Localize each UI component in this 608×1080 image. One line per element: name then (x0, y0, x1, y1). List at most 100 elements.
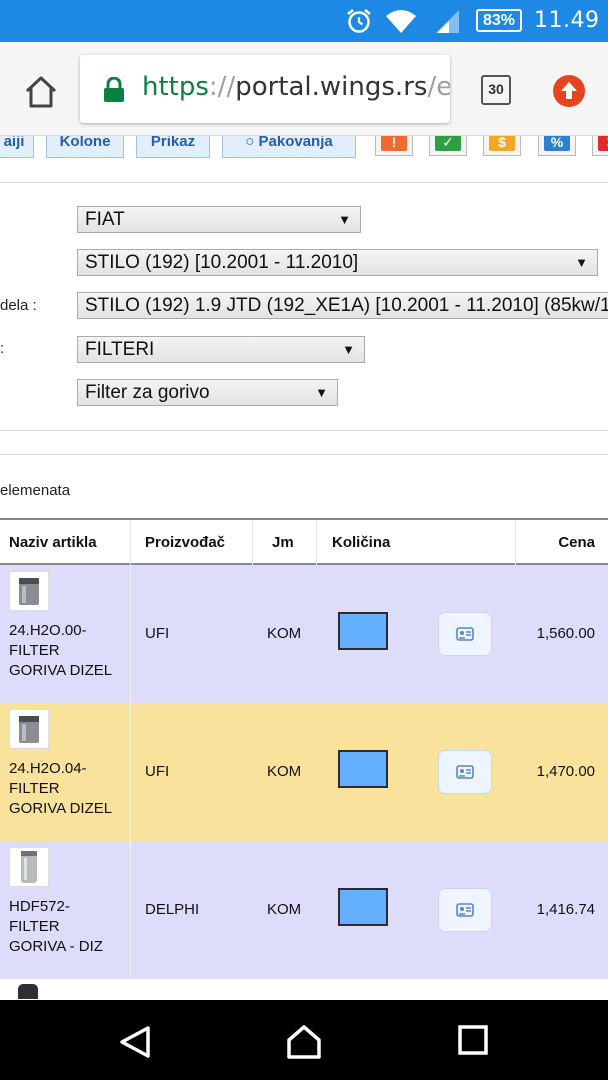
details-icon (456, 765, 474, 779)
model-detail-select-value: STILO (192) 1.9 JTD (192_XE1A) [10.2001 … (85, 295, 608, 316)
brand-select[interactable]: FIAT ▼ (77, 206, 361, 233)
price-button[interactable]: $ (483, 136, 521, 156)
product-image[interactable] (9, 571, 49, 611)
close-icon: ✕ (598, 136, 608, 151)
fuel-filter-icon (19, 578, 39, 605)
fuel-filter-icon (19, 716, 39, 743)
unit-cell: KOM (267, 763, 302, 780)
wifi-icon (386, 10, 416, 33)
back-icon[interactable] (118, 1024, 152, 1060)
dollar-icon: $ (489, 136, 515, 151)
subgroup-select[interactable]: Filter za gorivo ▼ (77, 379, 338, 406)
quantity-input[interactable] (338, 612, 388, 650)
dropdown-arrow-icon: ▼ (575, 255, 588, 270)
model-select[interactable]: STILO (192) [10.2001 - 11.2010] ▼ (77, 249, 598, 276)
manufacturer-cell: DELPHI (145, 901, 200, 918)
unit-cell: KOM (267, 901, 302, 918)
clock: 11.49 (534, 8, 600, 33)
details-icon (456, 903, 474, 917)
details-icon (456, 627, 474, 641)
divider (0, 454, 608, 455)
home-icon[interactable] (22, 73, 60, 111)
details-button[interactable] (438, 888, 492, 932)
table-row[interactable]: 24.H2O.00- FILTER GORIVA DIZEL UFI KOM 1… (0, 565, 608, 703)
product-image[interactable] (9, 982, 49, 999)
article-name[interactable]: 24.H2O.04- FILTER GORIVA DIZEL (9, 759, 119, 819)
dropdown-arrow-icon: ▼ (338, 212, 351, 227)
quantity-input[interactable] (338, 888, 388, 926)
close-button[interactable]: ✕ (592, 136, 608, 156)
home-nav-icon[interactable] (286, 1024, 322, 1060)
table-row[interactable] (0, 979, 608, 999)
check-icon: ✓ (435, 136, 461, 151)
details-button[interactable] (438, 612, 492, 656)
url-bar[interactable]: https://portal.wings.rs/e (80, 55, 450, 123)
item-count-text: elemenata (0, 482, 71, 499)
product-image[interactable] (9, 847, 49, 887)
recents-icon[interactable] (457, 1024, 489, 1056)
article-name[interactable]: HDF572- FILTER GORIVA - DIZ (9, 897, 119, 957)
url-scheme: https (142, 72, 209, 102)
battery-icon: 83% (476, 9, 522, 32)
alarm-icon (347, 9, 371, 33)
subgroup-select-value: Filter za gorivo (85, 382, 210, 403)
column-header-manufacturer[interactable]: Proizvođač (145, 534, 225, 551)
toolbar-button-aiji[interactable]: aiji (0, 136, 34, 158)
android-nav-bar (0, 1000, 608, 1080)
tab-switcher-button[interactable]: 30 (481, 75, 511, 105)
group-select-value: FILTERI (85, 339, 155, 360)
url-separator: :// (208, 72, 236, 102)
update-button[interactable] (553, 75, 585, 107)
brand-select-value: FIAT (85, 209, 125, 230)
arrow-up-icon (561, 82, 577, 99)
article-name[interactable]: 24.H2O.00- FILTER GORIVA DIZEL (9, 621, 119, 681)
model-select-value: STILO (192) [10.2001 - 11.2010] (85, 252, 359, 273)
dropdown-arrow-icon: ▼ (315, 385, 328, 400)
divider (252, 520, 253, 565)
divider (515, 520, 516, 565)
manufacturer-cell: UFI (145, 625, 170, 642)
product-image[interactable] (9, 709, 49, 749)
lock-icon (104, 77, 124, 102)
dropdown-arrow-icon: ▼ (342, 342, 355, 357)
table-row[interactable]: 24.H2O.04- FILTER GORIVA DIZEL UFI KOM 1… (0, 703, 608, 841)
discount-button[interactable]: % (538, 136, 576, 156)
toolbar-button-pakovanja-label: Pakovanja (258, 136, 333, 150)
alert-button[interactable]: ! (375, 136, 413, 156)
fuel-filter-icon (18, 984, 38, 999)
divider (130, 520, 131, 565)
package-icon: ○ (245, 136, 259, 150)
browser-toolbar: https://portal.wings.rs/e 30 (0, 42, 608, 136)
url-host: portal.wings.rs (235, 72, 428, 102)
divider (130, 703, 131, 841)
model-detail-label: dela : (0, 297, 37, 314)
divider (130, 565, 131, 703)
unit-cell: KOM (267, 625, 302, 642)
url-text: https://portal.wings.rs/e (142, 72, 450, 102)
confirm-button[interactable]: ✓ (429, 136, 467, 156)
fuel-filter-icon (21, 851, 37, 883)
price-cell: 1,560.00 (536, 625, 595, 642)
group-select[interactable]: FILTERI ▼ (77, 336, 365, 363)
toolbar-button-pakovanja[interactable]: ○ Pakovanja (222, 136, 356, 158)
divider (0, 182, 608, 183)
column-header-name[interactable]: Naziv artikla (9, 534, 97, 551)
column-header-quantity[interactable]: Količina (332, 534, 390, 551)
group-label: : (0, 340, 5, 357)
model-detail-select[interactable]: STILO (192) 1.9 JTD (192_XE1A) [10.2001 … (77, 292, 608, 319)
page-toolbar: aiji Kolone Prikaz ○ Pakovanja ! ✓ $ % ✕ (0, 136, 608, 164)
details-button[interactable] (438, 750, 492, 794)
table-row[interactable]: HDF572- FILTER GORIVA - DIZ DELPHI KOM 1… (0, 841, 608, 979)
manufacturer-cell: UFI (145, 763, 170, 780)
divider (316, 520, 317, 565)
column-header-unit[interactable]: Jm (272, 534, 294, 551)
signal-icon (436, 10, 459, 33)
column-header-price[interactable]: Cena (558, 534, 595, 551)
price-cell: 1,470.00 (536, 763, 595, 780)
toolbar-button-kolone[interactable]: Kolone (46, 136, 124, 158)
toolbar-button-prikaz[interactable]: Prikaz (136, 136, 210, 158)
url-path: /e (427, 72, 450, 102)
quantity-input[interactable] (338, 750, 388, 788)
divider (0, 430, 608, 431)
price-cell: 1,416.74 (536, 901, 595, 918)
